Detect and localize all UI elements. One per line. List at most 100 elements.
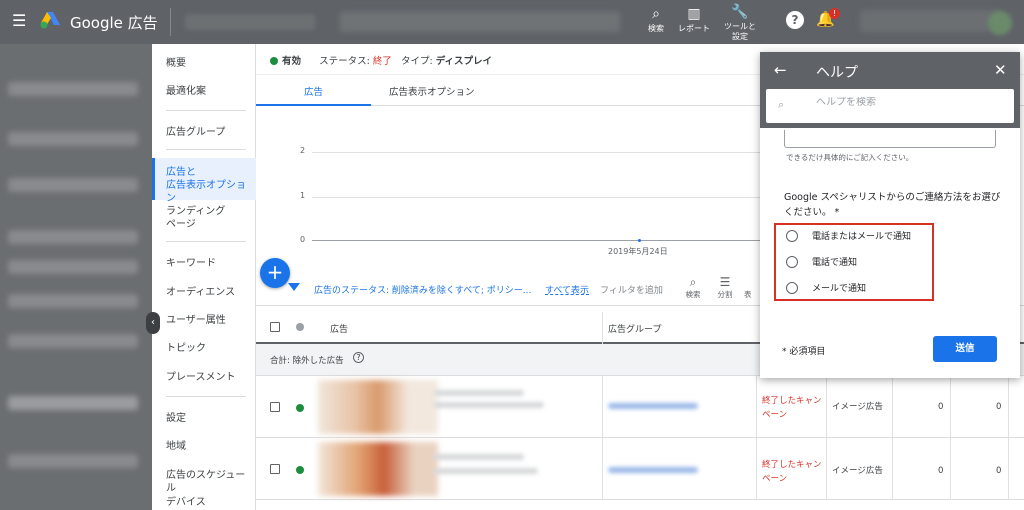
add-filter-input[interactable]: フィルタを追加 bbox=[600, 283, 663, 296]
table-search-button[interactable]: ⌕ 検索 bbox=[678, 275, 708, 300]
avatar[interactable] bbox=[988, 11, 1012, 35]
help-panel-header: ← ヘルプ ✕ ⌕ bbox=[760, 52, 1020, 128]
help-circle-icon[interactable]: ? bbox=[353, 352, 364, 363]
google-ads-logo-icon bbox=[40, 12, 60, 29]
row-ad-type: イメージ広告 bbox=[832, 402, 883, 412]
option-label: 電話で通知 bbox=[812, 258, 858, 268]
campaign-list-panel bbox=[0, 44, 152, 510]
status-label: ステータス: bbox=[319, 56, 370, 67]
tools-settings-label: ツールと 設定 bbox=[724, 22, 756, 41]
row-status: 終了したキャンペーン bbox=[762, 396, 822, 420]
page-nav: 概要 最適化案 広告グループ 広告と 広告表示オプション ランディング ページ キー… bbox=[152, 44, 256, 510]
status-column-icon bbox=[296, 323, 304, 331]
type-value: ディスプレイ bbox=[435, 56, 493, 67]
nav-item-settings[interactable]: 設定 bbox=[166, 412, 186, 425]
nav-item-landing-pages[interactable]: ランディング ページ bbox=[166, 205, 225, 231]
search-icon: ⌕ bbox=[689, 275, 697, 289]
tab-ads[interactable]: 広告 bbox=[304, 84, 323, 98]
type-label: タイプ: bbox=[400, 56, 433, 67]
details-textarea[interactable] bbox=[784, 130, 996, 148]
account-selector[interactable] bbox=[185, 14, 315, 30]
campaign-status-row: 有効 ステータス: 終了 タイプ: ディスプレイ bbox=[270, 53, 492, 67]
nav-item-locations[interactable]: 地域 bbox=[166, 440, 186, 453]
status-dot bbox=[296, 466, 304, 474]
y-tick-label: 1 bbox=[300, 191, 306, 200]
ad-group-link[interactable] bbox=[608, 403, 698, 409]
contact-option-phone-or-email[interactable]: 電話またはメールで通知 bbox=[786, 229, 911, 242]
nav-item-keywords[interactable]: キーワード bbox=[166, 257, 216, 270]
radio-button[interactable] bbox=[786, 256, 798, 268]
radio-button[interactable] bbox=[786, 230, 798, 242]
column-header-ad-group[interactable]: 広告グループ bbox=[608, 322, 661, 335]
nav-item-topics[interactable]: トピック bbox=[166, 342, 206, 355]
search-icon: ⌕ bbox=[778, 98, 785, 111]
status-dot bbox=[270, 57, 278, 65]
table-row: 終了したキャンペーン イメージ広告 0 0 bbox=[256, 376, 1024, 438]
help-panel-title: ヘルプ bbox=[816, 65, 858, 81]
nav-item-ad-groups[interactable]: 広告グループ bbox=[166, 126, 225, 139]
option-label: 電話またはメールで通知 bbox=[812, 232, 912, 242]
nav-item-audiences[interactable]: オーディエンス bbox=[166, 286, 235, 299]
y-tick-label: 2 bbox=[300, 146, 306, 155]
collapse-nav-button[interactable]: ‹ bbox=[146, 312, 160, 334]
campaign-breadcrumb[interactable] bbox=[340, 12, 620, 32]
top-app-bar: ☰ Google 広告 ⌕ 検索 ▥ レポート 🔧 ツールと 設定 ? 🔔 ! bbox=[0, 0, 1024, 44]
x-tick-label: 2019年5月24日 bbox=[608, 247, 668, 256]
close-icon[interactable]: ✕ bbox=[994, 61, 1007, 79]
divider bbox=[170, 8, 171, 36]
account-info[interactable] bbox=[860, 10, 1000, 32]
contact-option-email[interactable]: メールで通知 bbox=[786, 281, 866, 294]
tab-ad-extensions[interactable]: 広告表示オプション bbox=[389, 84, 475, 98]
ad-thumbnail bbox=[318, 442, 438, 496]
table-search-label: 検索 bbox=[685, 290, 701, 299]
show-all-link[interactable]: すべて表示 bbox=[545, 283, 589, 296]
segment-button[interactable]: ☰ 分割 bbox=[710, 275, 740, 300]
submit-button[interactable]: 送信 bbox=[933, 336, 997, 362]
help-panel: ← ヘルプ ✕ ⌕ できるだけ具体的にご記入ください。 Google スペシャリ… bbox=[760, 52, 1020, 378]
columns-label: 表 bbox=[744, 290, 752, 299]
nav-item-devices[interactable]: デバイス bbox=[166, 496, 206, 509]
report-tool-button[interactable]: ▥ レポート bbox=[672, 6, 716, 34]
help-search-input[interactable] bbox=[816, 97, 996, 108]
notification-badge: ! bbox=[829, 8, 840, 19]
active-filter-chip[interactable]: 広告のステータス: 削除済みを除くすべて; ポリシー... bbox=[314, 283, 531, 296]
contact-method-question: Google スペシャリストからのご連絡方法をお選びください。 * bbox=[784, 192, 1001, 218]
segment-label: 分割 bbox=[717, 290, 733, 299]
required-note: * 必須項目 bbox=[782, 347, 826, 357]
nav-item-overview[interactable]: 概要 bbox=[166, 57, 186, 70]
row-metric: 0 bbox=[938, 402, 944, 412]
details-hint: できるだけ具体的にご記入ください。 bbox=[786, 153, 914, 162]
row-checkbox[interactable] bbox=[270, 464, 280, 474]
select-all-checkbox[interactable] bbox=[270, 322, 280, 332]
row-metric: 0 bbox=[996, 402, 1002, 412]
status-value: 終了 bbox=[372, 56, 392, 67]
nav-item-ad-schedule[interactable]: 広告のスケジュール bbox=[166, 469, 255, 495]
status-state: 有効 bbox=[282, 56, 302, 67]
column-header-ad[interactable]: 広告 bbox=[330, 322, 348, 335]
help-search-box: ⌕ bbox=[766, 89, 1014, 123]
row-ad-type: イメージ広告 bbox=[832, 466, 883, 476]
nav-item-placements[interactable]: プレースメント bbox=[166, 371, 236, 384]
y-tick-label: 0 bbox=[300, 235, 306, 244]
wrench-icon: 🔧 bbox=[731, 4, 749, 20]
help-icon[interactable]: ? bbox=[786, 11, 804, 29]
ad-group-link[interactable] bbox=[608, 467, 698, 473]
filter-icon[interactable] bbox=[288, 283, 300, 291]
contact-option-phone[interactable]: 電話で通知 bbox=[786, 255, 857, 268]
tools-settings-button[interactable]: 🔧 ツールと 設定 bbox=[718, 4, 762, 42]
nav-item-recommendations[interactable]: 最適化案 bbox=[166, 85, 206, 98]
nav-item-ads-extensions[interactable]: 広告と 広告表示オプション bbox=[166, 166, 255, 205]
report-tool-label: レポート bbox=[678, 24, 710, 33]
radio-button[interactable] bbox=[786, 282, 798, 294]
row-status: 終了したキャンペーン bbox=[762, 460, 822, 484]
status-dot bbox=[296, 404, 304, 412]
option-label: メールで通知 bbox=[812, 284, 867, 294]
search-tool-label: 検索 bbox=[648, 24, 664, 33]
back-arrow-icon[interactable]: ← bbox=[774, 61, 787, 79]
nav-item-demographics[interactable]: ユーザー属性 bbox=[166, 314, 226, 327]
total-label: 合計: 除外した広告 bbox=[270, 356, 344, 366]
menu-icon[interactable]: ☰ bbox=[12, 11, 26, 30]
row-checkbox[interactable] bbox=[270, 402, 280, 412]
data-point bbox=[638, 239, 641, 242]
table-row: 終了したキャンペーン イメージ広告 0 0 bbox=[256, 438, 1024, 500]
